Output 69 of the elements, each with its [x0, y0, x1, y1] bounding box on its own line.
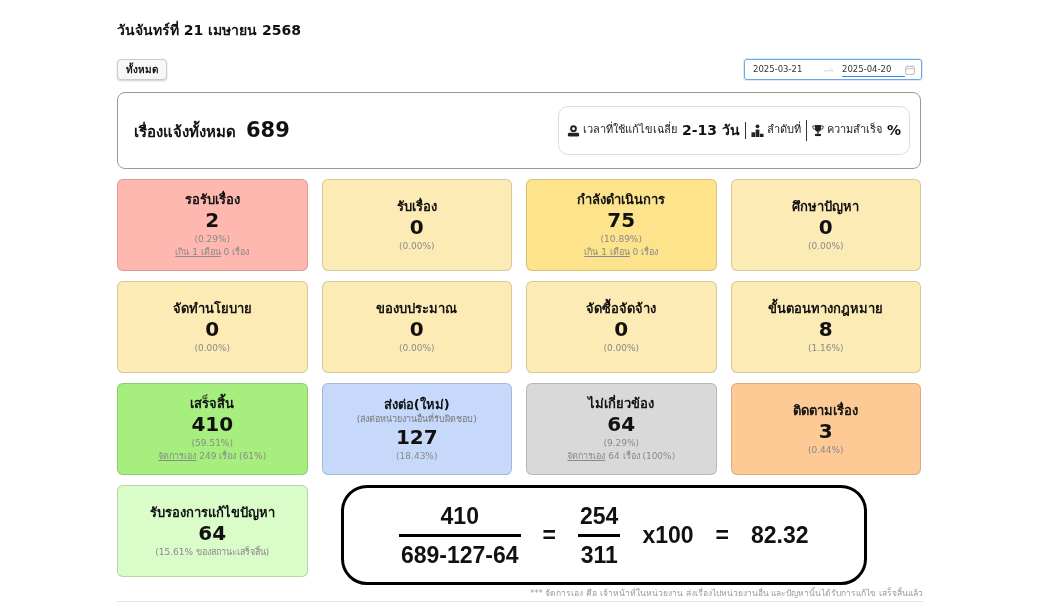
- card-title: กำลังดำเนินการ: [577, 191, 666, 208]
- card-percent: (0.00%): [194, 341, 231, 355]
- stat-value: 2-13 วัน: [682, 121, 740, 140]
- summary-label: เรื่องแจ้งทั้งหมด: [134, 120, 236, 143]
- card-value: 0: [409, 214, 424, 239]
- footnote: *** จัดการเอง คือ เจ้าหน้าที่ในหน่วยงาน ส่งเรื่องไปหน่วยงานอื่น และปัญหานั้นได้รับการแก้ไข เสร็จสิ้นแล้ว: [530, 587, 923, 599]
- card-percent: (10.89%): [600, 233, 642, 246]
- card-percent: (15.61% ของสถานะเสร็จสิ้น): [155, 545, 270, 559]
- card-note: จัดการเอง 249 เรื่อง (61%): [158, 450, 267, 463]
- card-value: 0: [818, 214, 833, 239]
- card-title: ขั้นตอนทางกฎหมาย: [768, 299, 884, 317]
- card-title: ของบประมาณ: [376, 299, 458, 317]
- card-percent: (59.51%): [191, 437, 233, 450]
- summary-total: 689: [246, 116, 290, 144]
- card-percent: (0.44%): [807, 443, 844, 457]
- card-value: 127: [395, 424, 438, 449]
- date-input[interactable]: 2025-04-20: [842, 62, 905, 77]
- calendar-icon: [905, 64, 915, 75]
- card-title: เสร็จสิ้น: [190, 395, 235, 412]
- card-title: จัดทำนโยบาย: [172, 299, 252, 317]
- formula-term: 82.32: [751, 521, 809, 549]
- numerator: 254: [579, 501, 620, 530]
- formula-term: =: [715, 521, 729, 549]
- card-value: 75: [607, 208, 636, 232]
- card-note: เกิน 1 เดือน 0 เรื่อง: [175, 246, 250, 259]
- card-value: 64: [607, 412, 636, 436]
- stat-label: ลำดับที่: [766, 122, 801, 139]
- numerator: 410: [439, 501, 480, 530]
- page-date-title: วันจันทร์ที่ 21 เมษายน 2568: [117, 19, 303, 40]
- card-title: ศึกษาปัญหา: [792, 197, 860, 215]
- card-value: 64: [198, 520, 227, 545]
- date-range-picker[interactable]: 2025-03-21 2025-04-20: [744, 59, 922, 80]
- card-percent: (0.00%): [603, 341, 640, 355]
- card-value: 0: [614, 316, 629, 341]
- stat-label: ความสำเร็จ: [826, 122, 882, 139]
- card-subtitle: (ส่งต่อหน่วยงานอื่นที่รับผิดชอบ): [356, 412, 477, 425]
- date-input[interactable]: 2025-03-21: [753, 62, 816, 77]
- card-value: 3: [818, 418, 833, 443]
- card-percent: (0.00%): [398, 239, 435, 253]
- card-percent: (0.29%): [194, 233, 231, 246]
- card-percent: (9.29%): [603, 437, 640, 450]
- card-title: ส่งต่อ(ใหม่): [383, 395, 450, 413]
- denominator: 311: [579, 540, 619, 569]
- card-title: รอรับเรื่อง: [184, 191, 240, 208]
- user-icon: [567, 124, 581, 137]
- podium-icon: [750, 124, 764, 137]
- card-title: รับรองการแก้ไขปัญหา: [149, 503, 275, 521]
- stat-label: เวลาที่ใช้แก้ไขเฉลี่ย: [583, 122, 678, 139]
- card-note: เกิน 1 เดือน 0 เรื่อง: [584, 246, 659, 259]
- card-percent: (0.00%): [398, 341, 435, 355]
- card-note: จัดการเอง 64 เรื่อง (100%): [567, 450, 676, 463]
- card-title: ไม่เกี่ยวข้อง: [588, 395, 655, 412]
- formula-term: x100: [642, 521, 694, 549]
- stat-value: %: [886, 121, 901, 140]
- trophy-icon: [811, 124, 824, 137]
- card-title: ติดตามเรื่อง: [793, 401, 859, 419]
- formula-term: =: [542, 521, 556, 549]
- card-value: 410: [191, 412, 234, 436]
- card-percent: (0.00%): [807, 239, 844, 253]
- all-filter-button[interactable]: ทั้งหมด: [117, 59, 167, 80]
- card-title: จัดซื้อจัดจ้าง: [586, 299, 657, 317]
- card-value: 0: [409, 316, 424, 341]
- card-value: 8: [818, 316, 833, 341]
- card-title: รับเรื่อง: [396, 197, 437, 215]
- card-percent: (18.43%): [396, 449, 438, 463]
- card-value: 2: [205, 208, 220, 232]
- card-value: 0: [205, 316, 220, 341]
- card-percent: (1.16%): [807, 341, 844, 355]
- denominator: 689-127-64: [399, 540, 520, 569]
